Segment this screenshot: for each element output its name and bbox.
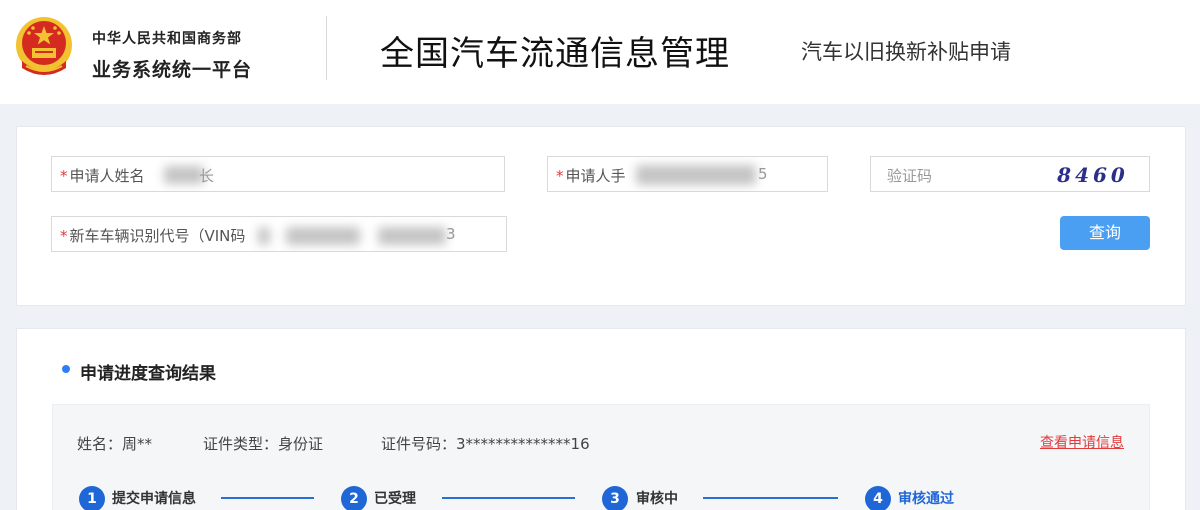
- id-number: 证件号码：3**************16: [381, 435, 590, 453]
- applicant-info-panel: [52, 404, 1150, 510]
- redacted-blur: [286, 227, 360, 245]
- redacted-blur: [164, 166, 204, 184]
- step-3-label: 审核中: [636, 491, 678, 507]
- applicant-phone-label: 申请人手: [565, 167, 626, 185]
- step-4-label: 审核通过: [898, 491, 954, 507]
- step-3-circle: 3: [602, 486, 628, 510]
- step-4-circle: 4: [865, 486, 891, 510]
- step-connector: [442, 497, 575, 499]
- applicant-phone-value: 5: [758, 165, 768, 183]
- id-type: 证件类型：身份证: [203, 435, 324, 453]
- step-connector: [703, 497, 838, 499]
- redacted-blur: [258, 227, 270, 245]
- system-subtitle: 汽车以旧换新补贴申请: [801, 40, 1011, 64]
- applicant-name: 姓名：周**: [77, 435, 153, 453]
- redacted-blur: [378, 227, 446, 245]
- page-header: 中华人民共和国商务部 业务系统统一平台 全国汽车流通信息管理 汽车以旧换新补贴申…: [0, 0, 1200, 104]
- vin-field[interactable]: * 新车车辆识别代号（VIN码 3: [51, 216, 507, 252]
- vin-value: 3: [446, 225, 456, 243]
- step-1-circle: 1: [79, 486, 105, 510]
- step-2-circle: 2: [341, 486, 367, 510]
- required-mark: *: [60, 227, 68, 245]
- result-section-title: 申请进度查询结果: [80, 364, 216, 384]
- query-button[interactable]: 查询: [1060, 216, 1150, 250]
- captcha-field[interactable]: 验证码 8460: [870, 156, 1150, 192]
- step-1-label: 提交申请信息: [112, 491, 196, 507]
- applicant-name-value: 长: [199, 167, 215, 185]
- step-2-label: 已受理: [374, 491, 416, 507]
- vin-label: 新车车辆识别代号（VIN码: [69, 227, 246, 245]
- applicant-name-label: 申请人姓名: [69, 167, 145, 185]
- section-bullet-icon: [62, 365, 70, 373]
- header-divider: [326, 16, 327, 80]
- org-name: 中华人民共和国商务部: [92, 31, 242, 47]
- required-mark: *: [556, 167, 564, 185]
- applicant-name-field[interactable]: * 申请人姓名 长: [51, 156, 505, 192]
- applicant-phone-field[interactable]: * 申请人手 5: [547, 156, 828, 192]
- step-connector: [221, 497, 314, 499]
- view-application-link[interactable]: 查看申请信息: [1040, 432, 1124, 452]
- national-emblem-icon: [16, 17, 72, 75]
- captcha-placeholder: 验证码: [887, 167, 933, 185]
- platform-name: 业务系统统一平台: [92, 59, 253, 81]
- system-title: 全国汽车流通信息管理: [380, 34, 730, 74]
- captcha-image[interactable]: 8460: [1047, 162, 1139, 188]
- required-mark: *: [60, 167, 68, 185]
- redacted-blur: [636, 165, 756, 185]
